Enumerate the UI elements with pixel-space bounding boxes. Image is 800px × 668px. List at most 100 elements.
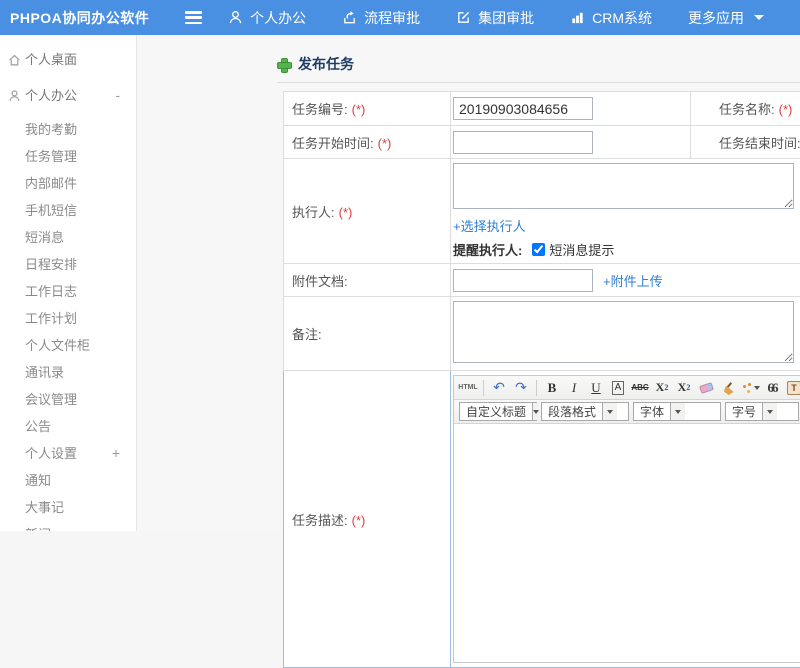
sidebar-item-personal-office[interactable]: 个人办公 - <box>0 79 136 112</box>
page-title: 发布任务 <box>298 54 354 74</box>
sidebar-item-label: 通知 <box>25 473 51 488</box>
nav-label: 流程审批 <box>364 8 420 28</box>
nav-label: 更多应用 <box>688 8 744 28</box>
nav-group-approval[interactable]: 集团审批 <box>456 8 534 28</box>
sidebar-item-label: 新闻 <box>25 527 51 531</box>
user-icon <box>8 89 21 102</box>
sidebar-item-work-log[interactable]: 工作日志 <box>0 278 136 305</box>
field-label: 执行人: <box>292 205 335 220</box>
sidebar-item-personal-desktop[interactable]: 个人桌面 <box>0 43 136 76</box>
select-label: 字体 <box>634 403 670 420</box>
font-style-button[interactable]: A <box>608 378 628 398</box>
row-description: 任务描述:(*) HTML ↶ ↷ B I U A ABC X2 <box>284 371 800 668</box>
main-content: 发布任务 任务编号:(*) 任务名称:(*) 任务开始时间:(*) 任务结束时间… <box>138 35 800 531</box>
collapse-icon[interactable]: - <box>115 79 120 112</box>
task-number-input[interactable] <box>453 97 593 120</box>
font-family-select[interactable]: 字体 <box>633 402 721 421</box>
sms-tip-checkbox[interactable] <box>532 243 545 256</box>
sidebar-item-task-management[interactable]: 任务管理 <box>0 143 136 170</box>
sidebar-item-label: 公告 <box>25 419 51 434</box>
task-form-table: 任务编号:(*) 任务名称:(*) 任务开始时间:(*) 任务结束时间:(*) … <box>283 91 800 668</box>
italic-button[interactable]: I <box>564 378 584 398</box>
start-time-input-cell <box>451 126 691 159</box>
sidebar-item-contacts[interactable]: 通讯录 <box>0 359 136 386</box>
sidebar-item-label: 短消息 <box>25 230 64 245</box>
underline-button[interactable]: U <box>586 378 606 398</box>
editor-toolbar-row2: 自定义标题 段落格式 字体 字号 <box>454 400 800 424</box>
sub-exp: 2 <box>686 383 690 392</box>
task-number-input-cell <box>451 92 691 126</box>
expand-icon[interactable]: + <box>112 440 120 467</box>
field-label: 任务结束时间: <box>719 136 800 151</box>
paragraph-format-select[interactable]: 段落格式 <box>541 402 629 421</box>
sidebar: 个人桌面 个人办公 - 我的考勤 任务管理 内部邮件 手机短信 短消息 日程安排… <box>0 35 137 531</box>
nav-more-apps[interactable]: 更多应用 <box>688 8 764 28</box>
sidebar-item-my-attendance[interactable]: 我的考勤 <box>0 116 136 143</box>
remark-textarea[interactable] <box>453 301 794 363</box>
sidebar-item-label: 个人文件柜 <box>25 338 90 353</box>
sms-tip-label: 短消息提示 <box>549 240 614 259</box>
required-mark: (*) <box>378 136 392 151</box>
end-time-label-cell: 任务结束时间:(*) <box>691 126 800 159</box>
sidebar-item-short-message[interactable]: 短消息 <box>0 224 136 251</box>
sidebar-item-schedule[interactable]: 日程安排 <box>0 251 136 278</box>
attachment-label-cell: 附件文档: <box>284 264 451 297</box>
custom-heading-select[interactable]: 自定义标题 <box>459 402 537 421</box>
title-divider <box>277 82 800 83</box>
chevron-down-icon <box>754 15 764 20</box>
nav-label: 集团审批 <box>478 8 534 28</box>
strikethrough-button[interactable]: ABC <box>630 378 650 398</box>
required-mark: (*) <box>352 513 366 528</box>
subscript-button[interactable]: X2 <box>674 378 694 398</box>
nav-crm-system[interactable]: CRM系统 <box>570 8 652 28</box>
start-time-input[interactable] <box>453 131 593 154</box>
toolbar-separator <box>483 380 484 396</box>
sidebar-item-notice[interactable]: 通知 <box>0 467 136 494</box>
sidebar-item-news[interactable]: 新闻 <box>0 521 136 531</box>
bold-button[interactable]: B <box>542 378 562 398</box>
sidebar-item-personal-files[interactable]: 个人文件柜 <box>0 332 136 359</box>
select-label: 字号 <box>726 403 762 420</box>
eraser-icon[interactable] <box>696 378 716 398</box>
row-executor: 执行人:(*) +选择执行人 提醒执行人: 短消息提示 <box>284 159 800 264</box>
sidebar-item-label: 会议管理 <box>25 392 77 407</box>
nav-personal-office[interactable]: 个人办公 <box>228 8 306 28</box>
chevron-down-icon <box>754 386 760 390</box>
nav-label: CRM系统 <box>592 8 652 28</box>
page-head: 发布任务 <box>277 53 800 75</box>
sidebar-item-internal-mail[interactable]: 内部邮件 <box>0 170 136 197</box>
font-style-glyph: A <box>612 381 625 395</box>
sidebar-item-label: 日程安排 <box>25 257 77 272</box>
editor-content-area[interactable] <box>454 424 800 662</box>
superscript-button[interactable]: X2 <box>652 378 672 398</box>
attachment-input[interactable] <box>453 269 593 292</box>
edit-icon <box>456 10 471 25</box>
blockquote-icon[interactable]: 66 <box>762 378 782 398</box>
attachment-upload-link[interactable]: +附件上传 <box>603 271 663 290</box>
sidebar-item-meeting-management[interactable]: 会议管理 <box>0 386 136 413</box>
sidebar-item-work-plan[interactable]: 工作计划 <box>0 305 136 332</box>
html-source-button[interactable]: HTML <box>458 378 478 398</box>
remark-label-cell: 备注: <box>284 297 451 371</box>
redo-icon[interactable]: ↷ <box>511 378 531 398</box>
attachment-input-cell: +附件上传 <box>451 264 800 297</box>
nav-workflow-approval[interactable]: 流程审批 <box>342 8 420 28</box>
undo-icon[interactable]: ↶ <box>489 378 509 398</box>
sidebar-item-mobile-sms[interactable]: 手机短信 <box>0 197 136 224</box>
executor-textarea[interactable] <box>453 163 794 209</box>
app-logo: PHPOA协同办公软件 <box>10 8 173 28</box>
sidebar-item-announcement[interactable]: 公告 <box>0 413 136 440</box>
chevron-down-icon <box>670 403 685 420</box>
sidebar-item-label: 工作日志 <box>25 284 77 299</box>
choose-executor-link[interactable]: +选择执行人 <box>453 219 526 234</box>
menu-toggle-icon[interactable] <box>185 11 202 24</box>
paste-template-icon[interactable]: T <box>784 378 800 398</box>
sidebar-item-memorabilia[interactable]: 大事记 <box>0 494 136 521</box>
format-brush-icon[interactable] <box>718 378 738 398</box>
chevron-down-icon <box>602 403 617 420</box>
sidebar-item-personal-settings[interactable]: 个人设置 + <box>0 440 136 467</box>
quick-format-icon[interactable] <box>740 378 760 398</box>
nav-label: 个人办公 <box>250 8 306 28</box>
description-editor-cell: HTML ↶ ↷ B I U A ABC X2 X2 <box>451 371 800 668</box>
font-size-select[interactable]: 字号 <box>725 402 799 421</box>
